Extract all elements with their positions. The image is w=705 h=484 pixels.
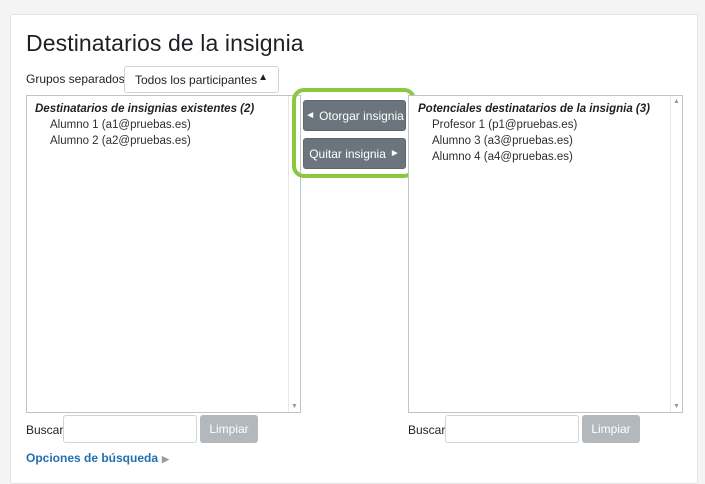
arrow-right-icon: ►: [389, 148, 400, 159]
existing-recipients-list[interactable]: Destinatarios de insignias existentes (2…: [26, 95, 301, 413]
scroll-down-icon[interactable]: ▼: [291, 403, 298, 410]
existing-recipients-heading: Destinatarios de insignias existentes (2…: [35, 103, 255, 115]
search-options-label: Opciones de búsqueda: [26, 451, 159, 465]
page-title: Destinatarios de la insignia: [26, 30, 304, 56]
clear-button-potential[interactable]: Limpiar: [582, 415, 640, 443]
scroll-up-icon[interactable]: ▲: [673, 98, 680, 105]
list-item[interactable]: Alumno 3 (a3@pruebas.es): [409, 133, 682, 149]
scrollbar[interactable]: ▲ ▼: [670, 96, 682, 412]
list-item[interactable]: Alumno 1 (a1@pruebas.es): [27, 117, 300, 133]
award-badge-label: Otorgar insignia: [319, 108, 404, 123]
arrow-left-icon: ◄: [305, 110, 316, 121]
list-item[interactable]: Alumno 2 (a2@pruebas.es): [27, 133, 300, 149]
scroll-down-icon[interactable]: ▼: [673, 403, 680, 410]
search-input-existing[interactable]: [63, 415, 197, 443]
remove-badge-label: Quitar insignia: [309, 146, 386, 161]
remove-badge-button[interactable]: Quitar insignia ►: [303, 138, 406, 169]
list-item[interactable]: Alumno 4 (a4@pruebas.es): [409, 149, 682, 165]
search-label-potential: Buscar: [408, 423, 446, 437]
select-arrows-icon: ▲: [258, 72, 268, 83]
list-item[interactable]: Profesor 1 (p1@pruebas.es): [409, 117, 682, 133]
search-label-existing: Buscar: [26, 423, 64, 437]
potential-recipients-list[interactable]: Potenciales destinatarios de la insignia…: [408, 95, 683, 413]
search-input-potential[interactable]: [445, 415, 579, 443]
groups-select-value: Todos los participantes: [135, 73, 258, 87]
clear-button-existing[interactable]: Limpiar: [200, 415, 258, 443]
potential-recipients-heading: Potenciales destinatarios de la insignia…: [418, 103, 650, 115]
groups-label: Grupos separados: [26, 72, 125, 86]
award-badge-button[interactable]: ◄ Otorgar insignia: [303, 100, 406, 131]
caret-right-icon: ▶: [162, 454, 169, 464]
groups-select[interactable]: Todos los participantes ▲: [124, 66, 279, 93]
search-options-link[interactable]: Opciones de búsqueda ▶: [26, 451, 169, 465]
